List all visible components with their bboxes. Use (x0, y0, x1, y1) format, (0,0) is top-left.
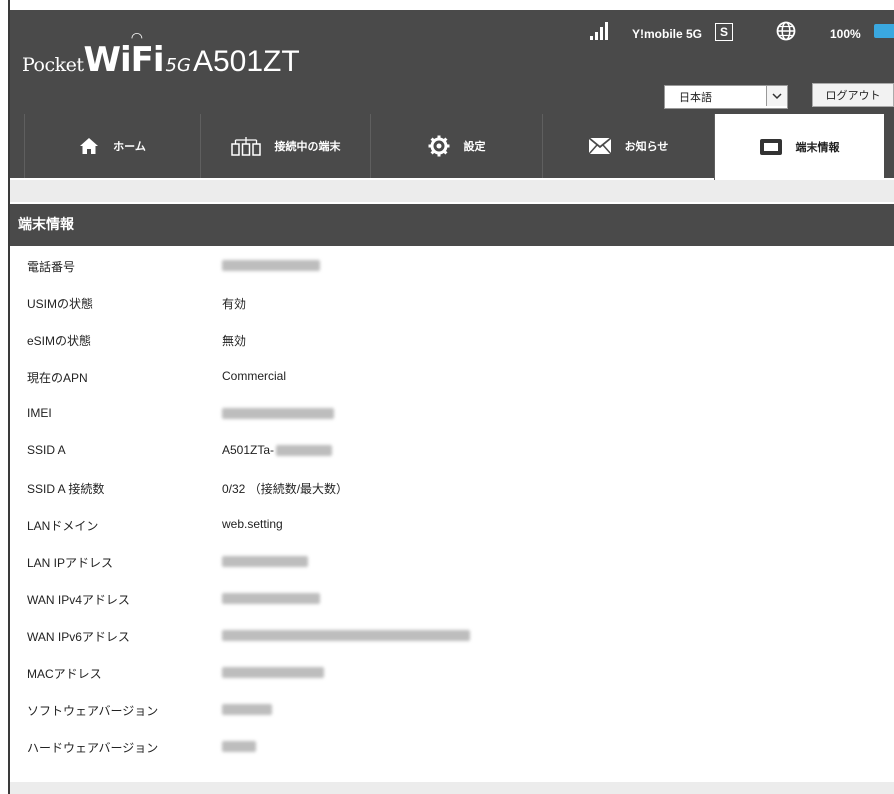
language-select-value: 日本語 (679, 91, 712, 104)
info-row-ssid-a: SSID A A501ZTa- (10, 431, 894, 468)
tab-settings-label: 設定 (463, 140, 486, 153)
info-row-current-apn: 現在のAPN Commercial (10, 357, 894, 394)
info-value: 無効 (222, 334, 247, 348)
footer-band (10, 782, 894, 794)
masked-value (222, 556, 308, 567)
logout-button[interactable]: ログアウト (812, 83, 894, 107)
info-row-ssid-a-connections: SSID A 接続数 0/32 （接続数/最大数） (10, 468, 894, 505)
tab-home[interactable]: ホーム (24, 114, 200, 178)
info-row-phone-number: 電話番号 (10, 246, 894, 283)
info-row-software-version: ソフトウェアバージョン (10, 690, 894, 727)
logo-wifi-text: WiFi ◠ (83, 30, 165, 80)
info-label: SSID A 接続数 (27, 482, 105, 496)
sim-indicator-icon: S (715, 23, 733, 41)
info-row-lan-domain: LANドメイン web.setting (10, 505, 894, 542)
masked-value (222, 408, 334, 419)
tab-connected-devices[interactable]: 接続中の端末 (200, 114, 370, 178)
section-title: 端末情報 (10, 204, 894, 246)
info-row-wan-ipv6: WAN IPv6アドレス (10, 616, 894, 653)
tab-notifications-label: お知らせ (624, 140, 669, 153)
info-row-esim-status: eSIMの状態 無効 (10, 320, 894, 357)
masked-value (222, 593, 320, 604)
info-row-hardware-version: ハードウェアバージョン (10, 727, 894, 764)
info-label: WAN IPv6アドレス (27, 630, 130, 644)
info-row-mac-address: MACアドレス (10, 653, 894, 690)
logo-model-text: A501ZT (192, 45, 300, 78)
pocket-wifi-logo: PocketWiFi ◠ 5GA501ZT (22, 30, 300, 80)
masked-value (222, 630, 470, 641)
info-row-imei: IMEI (10, 394, 894, 431)
info-value: A501ZTa- (222, 443, 275, 457)
tab-connected-devices-label: 接続中の端末 (274, 140, 341, 153)
info-label: 現在のAPN (27, 371, 88, 385)
tab-notifications[interactable]: お知らせ (542, 114, 714, 178)
info-label: LANドメイン (27, 519, 99, 533)
masked-value (222, 741, 256, 752)
tab-device-info-label: 端末情報 (795, 141, 840, 154)
info-label: eSIMの状態 (27, 334, 92, 348)
masked-value (276, 445, 332, 456)
language-select[interactable]: 日本語 (664, 85, 788, 109)
app-header: PocketWiFi ◠ 5GA501ZT Y!mobile 5G S 100% 日… (10, 10, 894, 114)
chevron-down-icon[interactable] (766, 86, 787, 106)
logo-5g-text: 5G (165, 55, 191, 76)
carrier-name: Y!mobile 5G (632, 27, 703, 41)
home-icon (80, 138, 99, 154)
content-spacer (10, 180, 894, 202)
tab-device-info[interactable]: 端末情報 (714, 114, 884, 180)
tab-settings[interactable]: 設定 (370, 114, 542, 178)
info-value: 有効 (222, 297, 247, 311)
globe-icon (776, 21, 796, 41)
info-label: ハードウェアバージョン (27, 741, 159, 755)
info-row-lan-ip: LAN IPアドレス (10, 542, 894, 579)
info-row-usim-status: USIMの状態 有効 (10, 283, 894, 320)
devices-icon (230, 137, 261, 156)
info-label: MACアドレス (27, 667, 102, 681)
masked-value (222, 704, 272, 715)
info-value: Commercial (222, 369, 287, 383)
info-label: 電話番号 (27, 260, 76, 274)
mail-icon (588, 138, 611, 154)
gear-icon (428, 135, 449, 157)
logo-wifi-label: WiFi (83, 40, 165, 80)
info-label: ソフトウェアバージョン (27, 704, 159, 718)
wifi-arc-icon: ◠ (131, 30, 143, 46)
info-value: web.setting (222, 517, 283, 531)
battery-percent: 100% (830, 27, 861, 41)
info-row-wan-ipv4: WAN IPv4アドレス (10, 579, 894, 616)
info-label: IMEI (27, 406, 52, 420)
masked-value (222, 260, 320, 271)
main-nav: ホーム 接続中の端末 設定 お知らせ 端末情報 (10, 114, 894, 180)
info-label: WAN IPv4アドレス (27, 593, 130, 607)
info-label: SSID A (27, 443, 66, 457)
tab-home-label: ホーム (113, 140, 146, 153)
signal-strength-icon (590, 22, 610, 40)
logo-pocket-text: Pocket (22, 54, 84, 76)
info-label: LAN IPアドレス (27, 556, 114, 570)
masked-value (222, 667, 324, 678)
info-value: 0/32 （接続数/最大数） (222, 482, 349, 496)
battery-icon (874, 24, 894, 38)
device-info-icon (759, 139, 782, 155)
info-label: USIMの状態 (27, 297, 94, 311)
